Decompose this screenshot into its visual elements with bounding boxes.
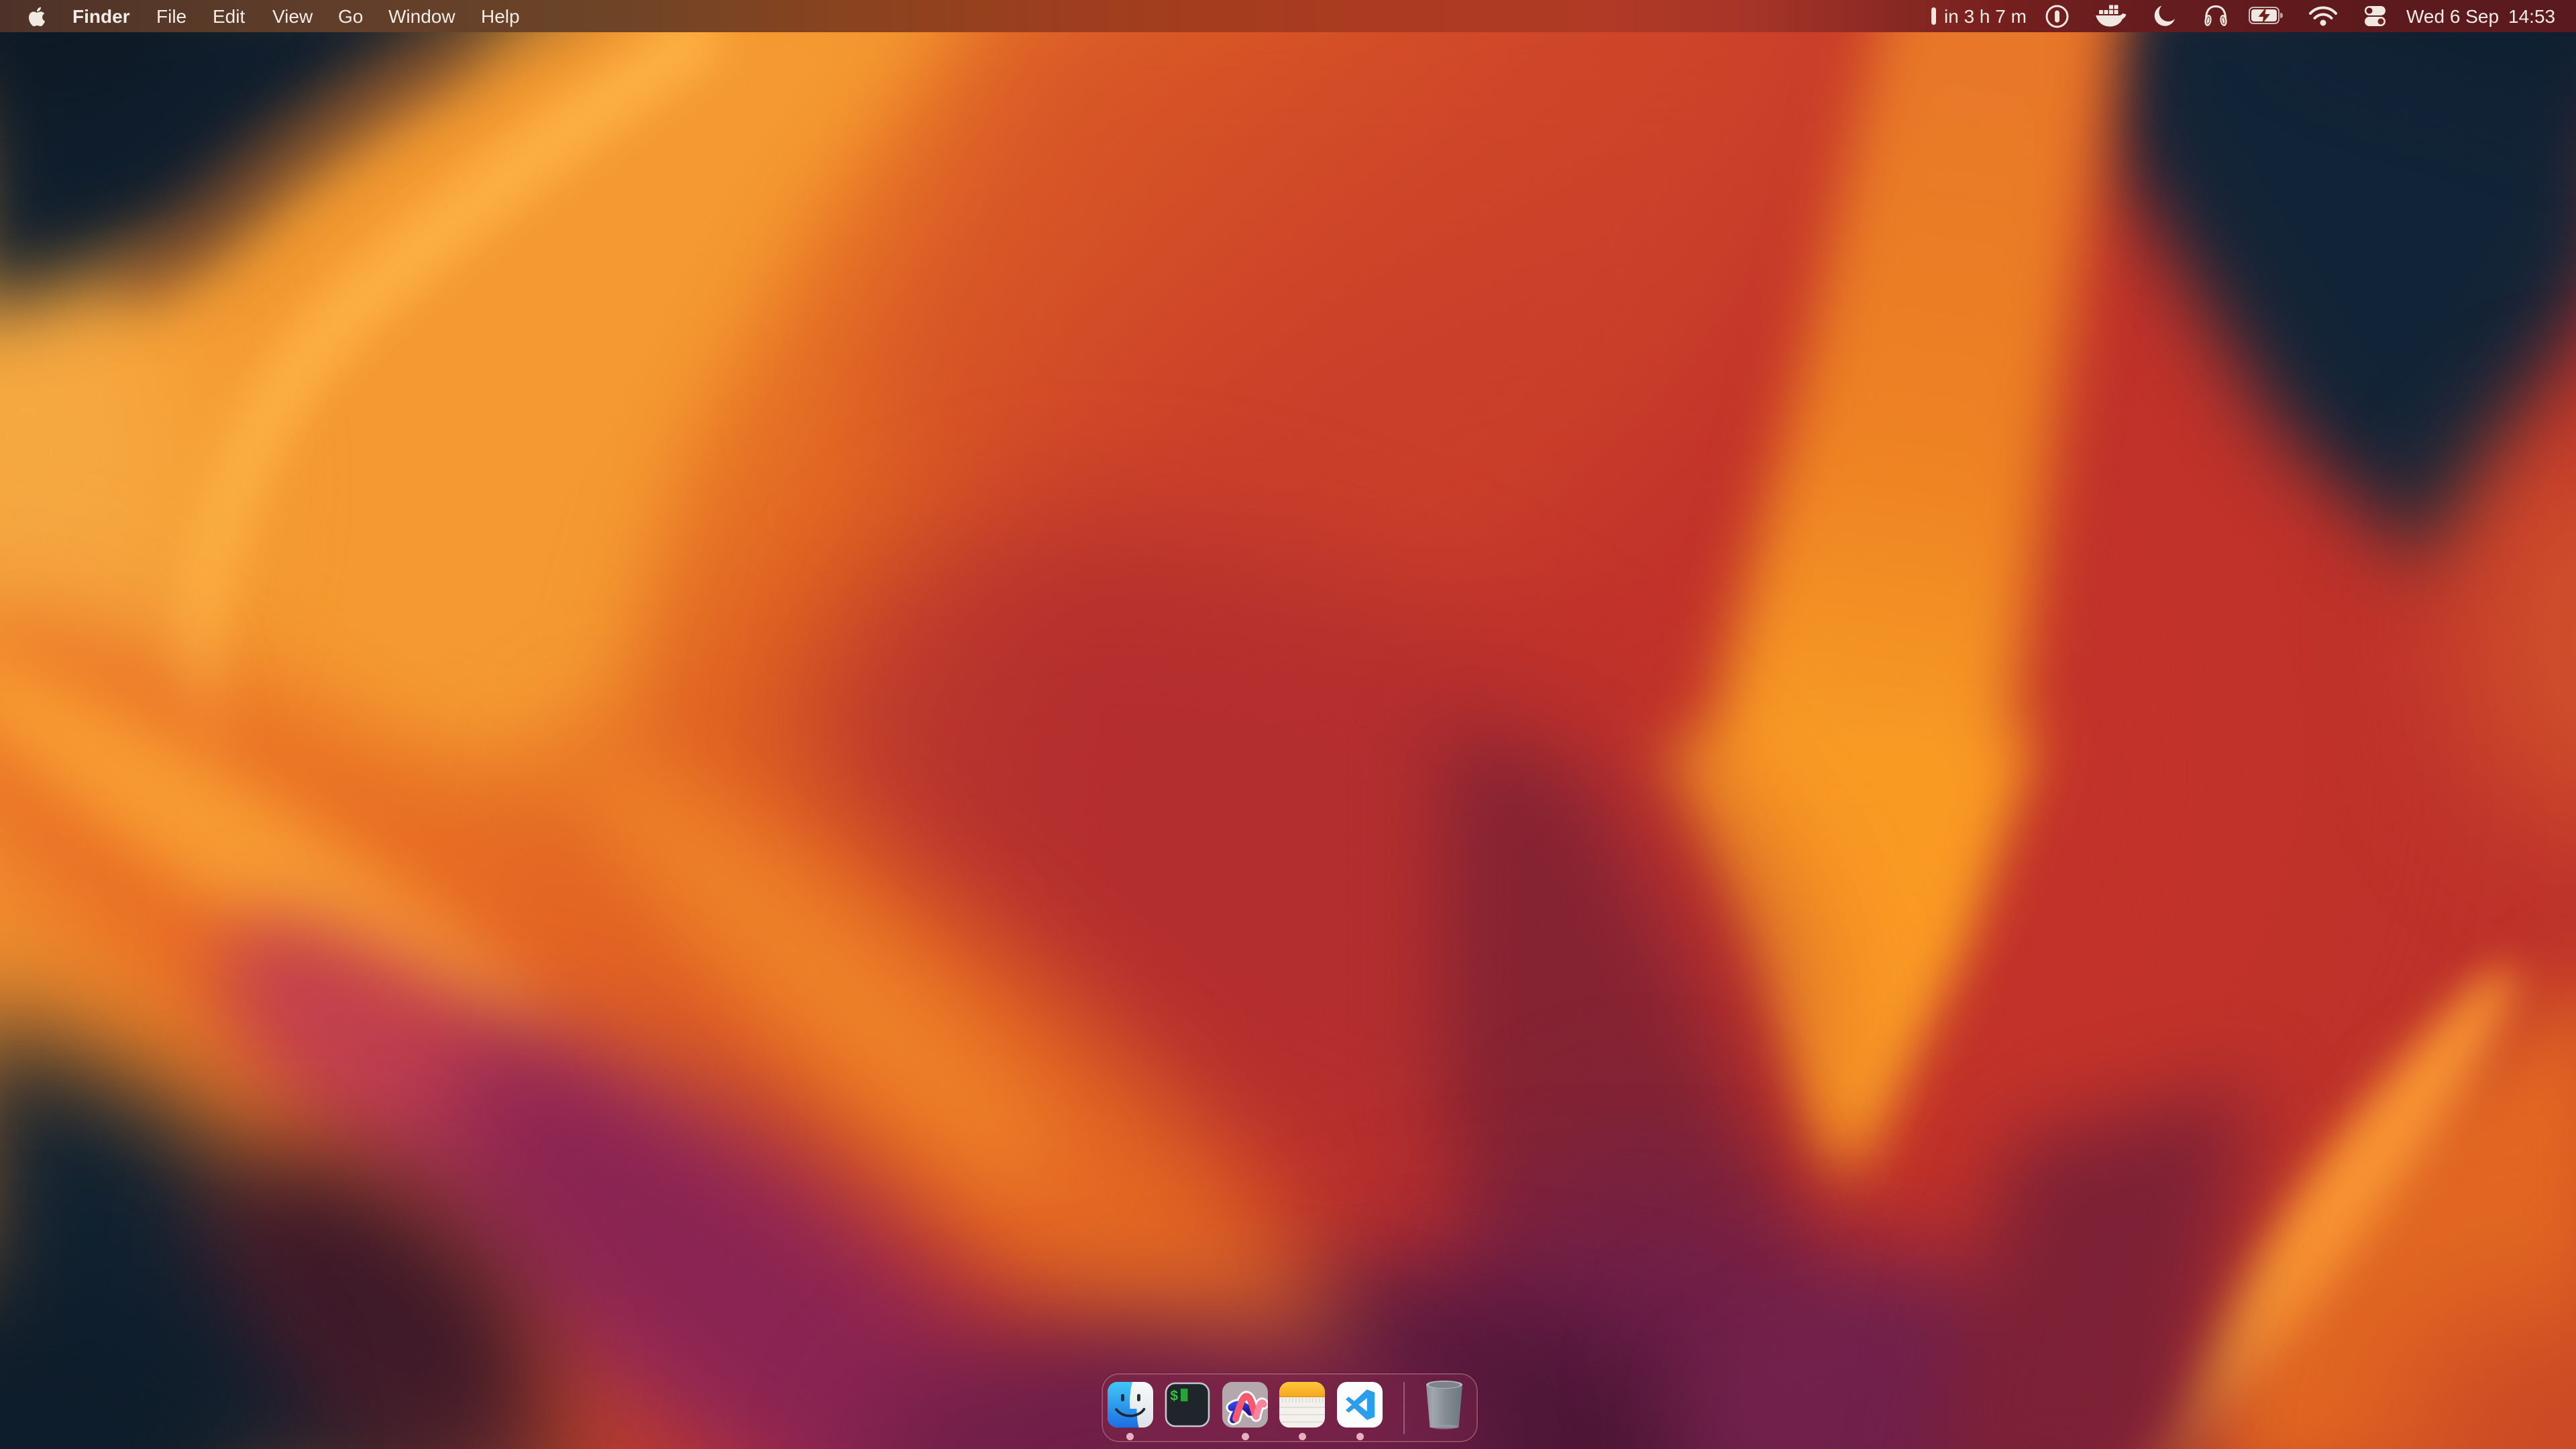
svg-text:$: $ [1170,1389,1179,1405]
